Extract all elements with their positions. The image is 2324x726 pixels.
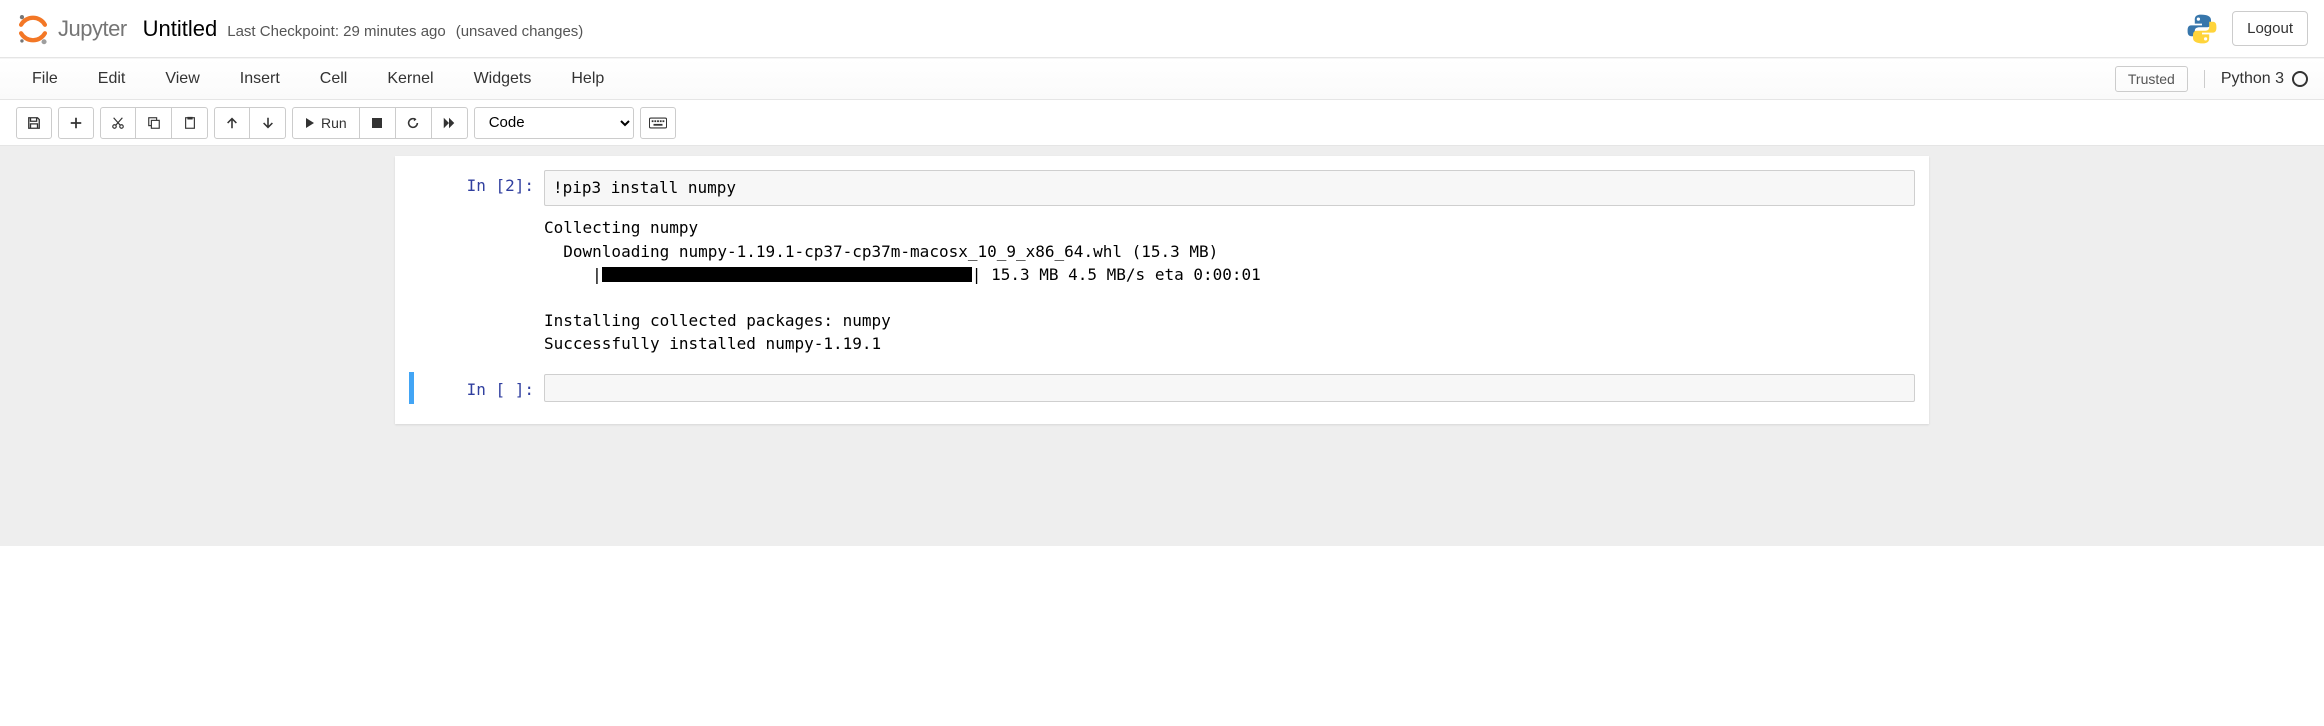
python-icon [2184,11,2220,47]
menu-widgets[interactable]: Widgets [454,60,552,98]
keyboard-icon [649,117,667,129]
jupyter-logo-text: Jupyter [58,16,127,42]
menu-edit[interactable]: Edit [78,60,146,98]
notebook-content: In [2]: !pip3 install numpy Collecting n… [395,156,1929,424]
progress-bar-icon [602,267,972,282]
output-line: Downloading numpy-1.19.1-cp37-cp37m-maco… [544,242,1218,261]
toolbar: Run Code [0,100,2324,146]
add-cell-button[interactable] [58,107,94,139]
menubar-right: Trusted Python 3 [2115,66,2308,92]
menu-view[interactable]: View [145,60,219,98]
notebook-area[interactable]: In [2]: !pip3 install numpy Collecting n… [0,146,2324,546]
jupyter-logo[interactable]: Jupyter [16,12,127,46]
header-right: Logout [2184,11,2308,47]
run-button[interactable]: Run [292,107,360,139]
output-line: Successfully installed numpy-1.19.1 [544,334,881,353]
paste-icon [183,116,197,130]
kernel-indicator[interactable]: Python 3 [2204,70,2308,88]
logo-area: Jupyter [16,12,143,46]
cut-button[interactable] [100,107,136,139]
unsaved-text: (unsaved changes) [456,23,584,40]
restart-button[interactable] [396,107,432,139]
copy-button[interactable] [136,107,172,139]
notebook-title[interactable]: Untitled [143,16,218,42]
menu-insert[interactable]: Insert [220,60,300,98]
arrow-down-icon [261,116,275,130]
checkpoint-text: Last Checkpoint: 29 minutes ago [227,23,445,40]
menu-kernel[interactable]: Kernel [367,60,453,98]
menu-help[interactable]: Help [551,60,624,98]
kernel-name: Python 3 [2221,70,2284,88]
output-line: Installing collected packages: numpy [544,311,891,330]
input-prompt: In [2]: [414,170,544,362]
kernel-status-icon [2292,71,2308,87]
code-input[interactable]: !pip3 install numpy [544,170,1915,206]
move-down-button[interactable] [250,107,286,139]
interrupt-button[interactable] [360,107,396,139]
code-cell[interactable]: In [2]: !pip3 install numpy Collecting n… [409,168,1915,364]
cell-body [544,374,1915,402]
paste-button[interactable] [172,107,208,139]
menu-file[interactable]: File [16,60,78,98]
copy-icon [147,116,161,130]
code-input[interactable] [544,374,1915,402]
trusted-badge[interactable]: Trusted [2115,66,2188,92]
title-area: Untitled Last Checkpoint: 29 minutes ago… [143,16,2184,42]
stop-icon [371,117,383,129]
code-cell-selected[interactable]: In [ ]: [409,372,1915,404]
restart-run-all-button[interactable] [432,107,468,139]
menu-cell[interactable]: Cell [300,60,368,98]
run-label: Run [321,115,347,131]
jupyter-icon [16,12,50,46]
arrow-up-icon [225,116,239,130]
plus-icon [69,116,83,130]
menubar: File Edit View Insert Cell Kernel Widget… [0,58,2324,100]
menubar-left: File Edit View Insert Cell Kernel Widget… [16,60,2115,98]
output-line: Collecting numpy [544,218,698,237]
save-button[interactable] [16,107,52,139]
cell-type-select[interactable]: Code [474,107,634,139]
fast-forward-icon [442,116,456,130]
scissors-icon [111,116,125,130]
input-prompt: In [ ]: [414,374,544,402]
progress-line: || 15.3 MB 4.5 MB/s eta 0:00:01 [544,263,1915,286]
header: Jupyter Untitled Last Checkpoint: 29 min… [0,0,2324,58]
cell-body: !pip3 install numpy Collecting numpy Dow… [544,170,1915,362]
save-icon [27,116,41,130]
cell-output: Collecting numpy Downloading numpy-1.19.… [544,206,1915,361]
play-icon [305,118,315,128]
command-palette-button[interactable] [640,107,676,139]
restart-icon [406,116,420,130]
move-up-button[interactable] [214,107,250,139]
logout-button[interactable]: Logout [2232,11,2308,46]
